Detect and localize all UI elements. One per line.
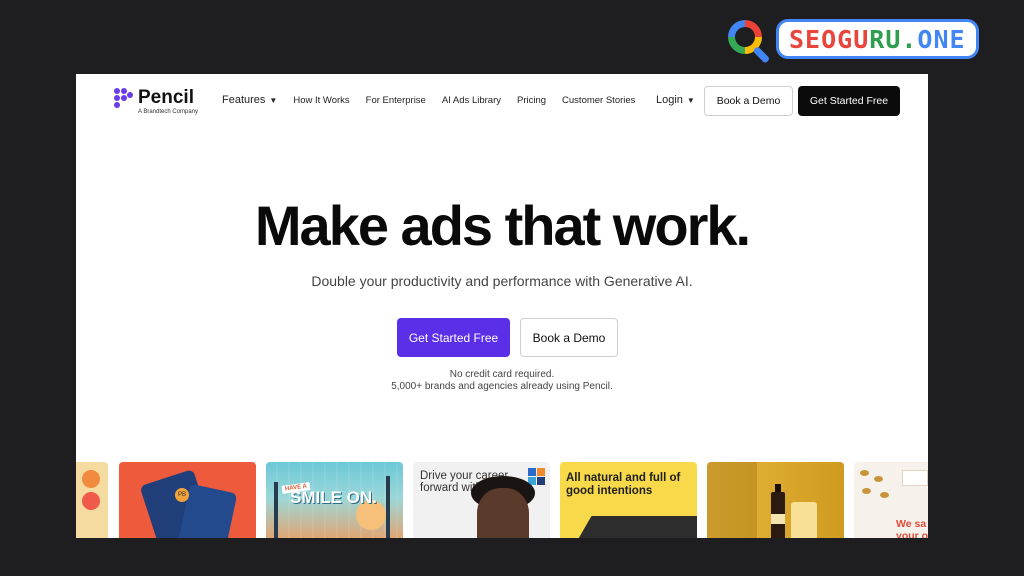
- login-menu[interactable]: Login ▼: [656, 94, 695, 106]
- ad-card-all-natural: All natural and full of good intentions: [560, 462, 697, 538]
- nav-item-how-it-works[interactable]: How It Works: [293, 95, 349, 106]
- packaging-badge: PB: [175, 488, 189, 502]
- nav-menu: Features ▼ How It Works For Enterprise AI…: [222, 94, 651, 106]
- ad-card-partial-left: [76, 462, 108, 538]
- nav-item-for-enterprise[interactable]: For Enterprise: [366, 95, 426, 106]
- seoguru-watermark: SEOGU RU. ONE: [728, 18, 979, 64]
- website-frame: Pencil A Brandtech Company Features ▼ How…: [76, 74, 928, 538]
- ad-card-whisky: [707, 462, 844, 538]
- hero-title: Make ads that work.: [254, 194, 751, 257]
- nav-book-demo-button[interactable]: Book a Demo: [704, 86, 793, 116]
- pencil-logo-icon: [114, 88, 133, 112]
- chevron-down-icon: ▼: [269, 95, 278, 105]
- chevron-down-icon: ▼: [686, 95, 695, 105]
- ad-card-packaging: PB: [119, 462, 256, 538]
- no-credit-card-note: No credit card required.: [449, 369, 555, 380]
- ad-card-partial-right: We sa your o: [854, 462, 928, 538]
- hero-subtitle: Double your productivity and performance…: [311, 273, 693, 289]
- nav-get-started-button[interactable]: Get Started Free: [798, 86, 900, 116]
- watermark-text: SEOGU RU. ONE: [776, 19, 979, 59]
- ad-card-pmi: Drive your career forward with PMI: [413, 462, 550, 538]
- nav-item-customer-stories[interactable]: Customer Stories: [562, 95, 635, 106]
- social-proof-note: 5,000+ brands and agencies already using…: [391, 381, 613, 392]
- book-demo-button[interactable]: Book a Demo: [520, 318, 618, 357]
- nav-item-ai-ads-library[interactable]: AI Ads Library: [442, 95, 501, 106]
- partial-ad-text: We sa your o: [896, 518, 928, 538]
- search-icon: [728, 18, 774, 64]
- brand-tagline: A Brandtech Company: [138, 109, 199, 115]
- ad-card-smile-on: HAVE A SMILE ON.: [266, 462, 403, 538]
- brand-logo[interactable]: Pencil A Brandtech Company: [114, 88, 198, 115]
- top-navigation: Pencil A Brandtech Company Features ▼ How…: [76, 74, 928, 126]
- pmi-logo-icon: [528, 468, 546, 486]
- all-natural-text: All natural and full of good intentions: [566, 472, 681, 497]
- get-started-button[interactable]: Get Started Free: [397, 318, 510, 357]
- smile-on-text: SMILE ON.: [290, 488, 377, 507]
- brand-name: Pencil: [138, 87, 194, 108]
- nav-item-pricing[interactable]: Pricing: [517, 95, 546, 106]
- nav-item-features[interactable]: Features ▼: [222, 94, 277, 106]
